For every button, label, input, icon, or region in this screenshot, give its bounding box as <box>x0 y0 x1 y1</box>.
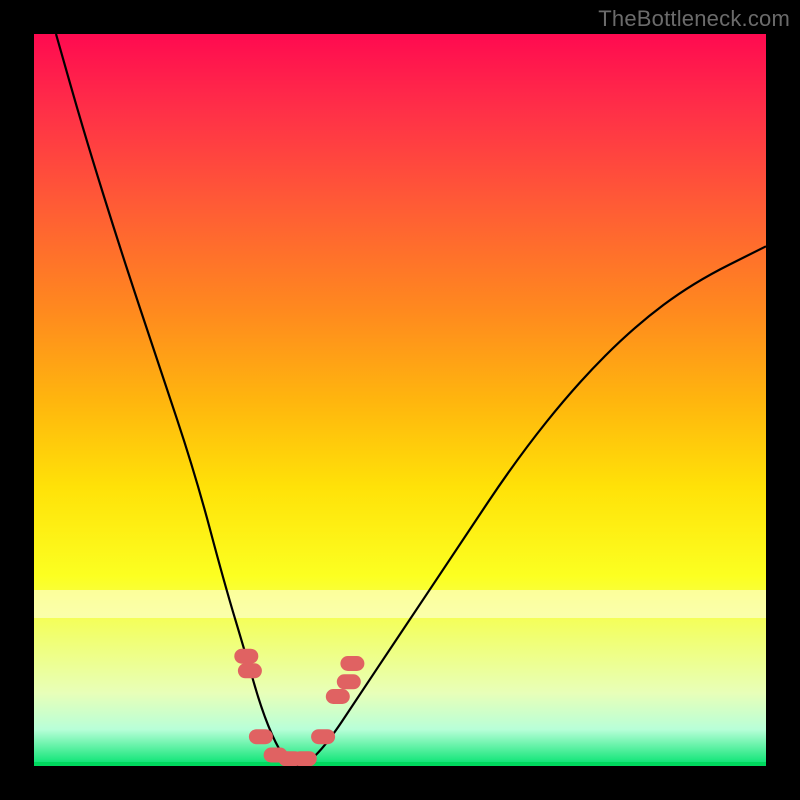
chart-frame: TheBottleneck.com <box>0 0 800 800</box>
marker-point <box>238 663 262 678</box>
watermark-text: TheBottleneck.com <box>598 6 790 32</box>
plot-area <box>34 34 766 766</box>
highlight-markers <box>234 649 364 766</box>
marker-point <box>311 729 335 744</box>
curve-layer <box>34 34 766 766</box>
marker-point <box>340 656 364 671</box>
marker-point <box>234 649 258 664</box>
marker-point <box>337 674 361 689</box>
marker-point <box>326 689 350 704</box>
bottleneck-curve <box>56 34 766 766</box>
marker-point <box>293 751 317 766</box>
marker-point <box>249 729 273 744</box>
